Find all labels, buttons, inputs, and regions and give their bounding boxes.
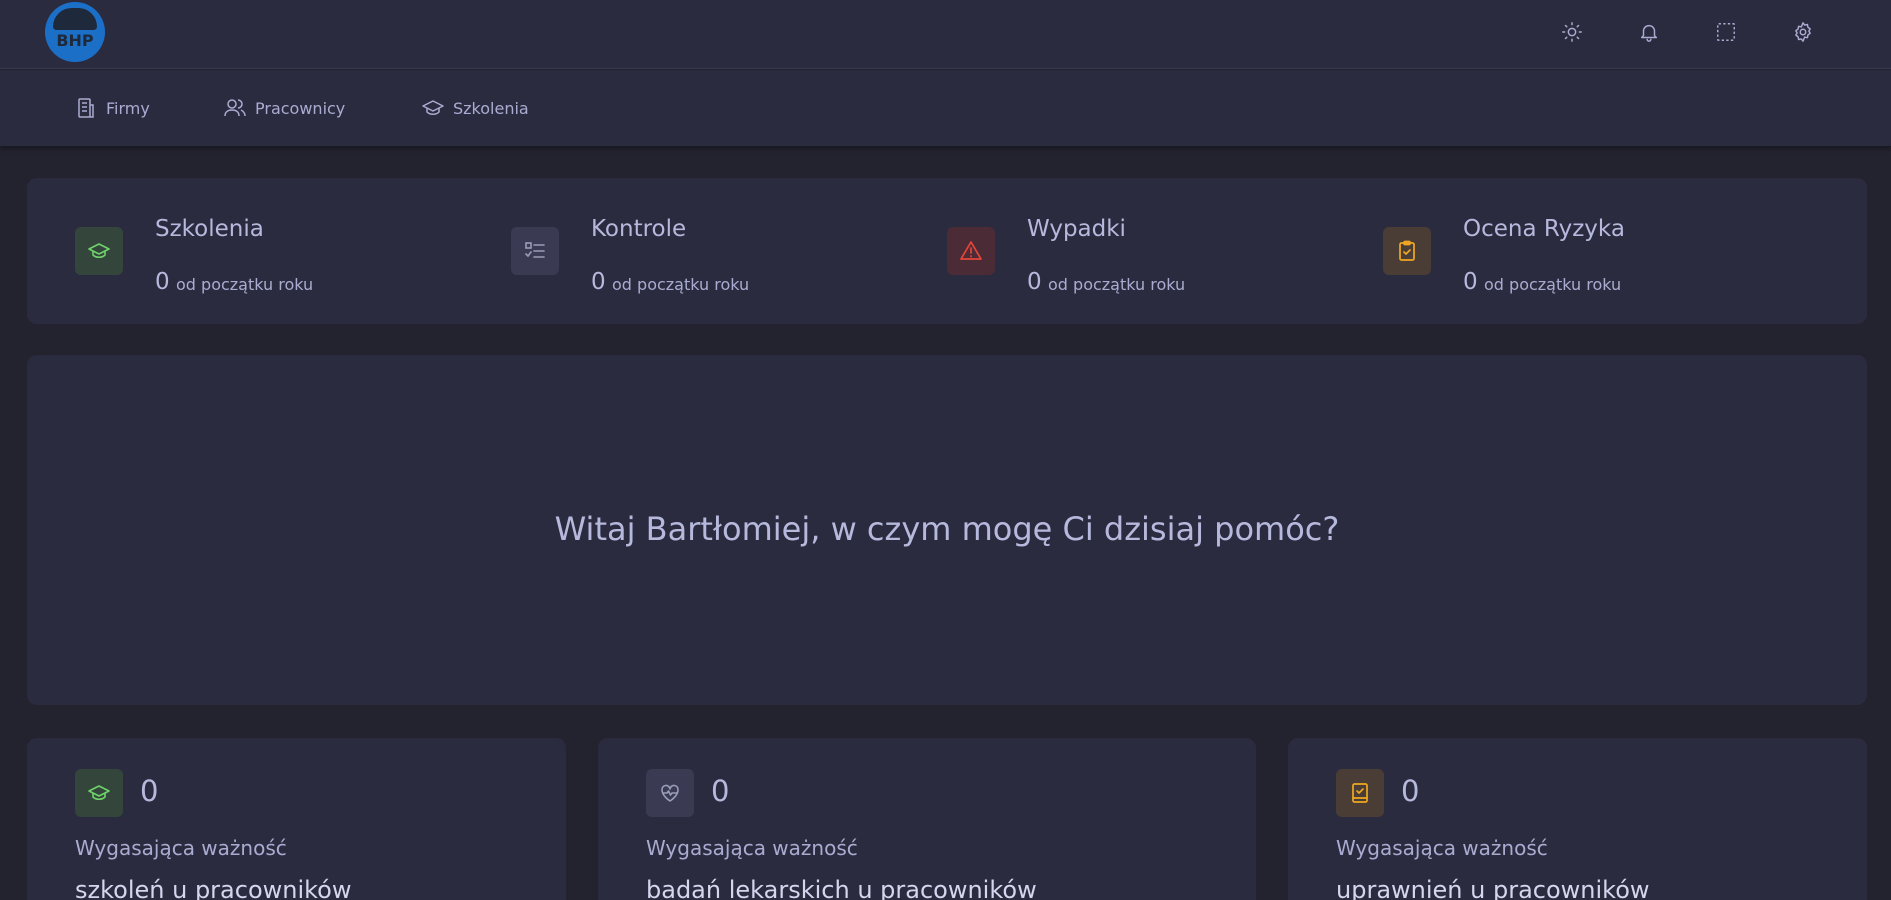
stat-ocena-ryzyka[interactable]: Ocena Ryzyka 0 od początku roku [1335,178,1867,324]
stat-icon-box [75,227,123,275]
card-icon-box [1336,769,1384,817]
expiry-card-szkolenia[interactable]: 0 Wygasająca ważność szkoleń u pracownik… [27,738,566,900]
stat-icon-box [947,227,995,275]
graduation-cap-icon [422,100,444,115]
card-label: Wygasająca ważność [75,836,287,860]
warning-icon [960,241,982,260]
bell-icon [1640,24,1658,42]
stat-value: 0 [155,269,170,295]
nav-item-label: Szkolenia [453,98,529,118]
notifications-button[interactable] [1631,14,1667,50]
stats-summary-card: Szkolenia 0 od początku roku Kontrole 0 … [27,178,1867,324]
graduation-cap-icon [88,785,110,801]
stat-title: Ocena Ryzyka [1463,216,1625,242]
stat-value: 0 [591,269,606,295]
stat-szkolenia[interactable]: Szkolenia 0 od początku roku [27,178,463,324]
stat-kontrole[interactable]: Kontrole 0 od początku roku [463,178,899,324]
stat-subtitle: od początku roku [176,275,314,294]
fullscreen-button[interactable] [1708,14,1744,50]
book-check-icon [1352,783,1368,803]
card-description: badań lekarskich u pracowników [646,876,1037,900]
card-icon-box [75,769,123,817]
card-label: Wygasająca ważność [1336,836,1548,860]
stat-title: Kontrole [591,216,687,242]
card-value: 0 [140,774,159,808]
welcome-card: Witaj Bartłomiej, w czym mogę Ci dzisiaj… [27,355,1867,705]
stat-title: Szkolenia [155,216,264,242]
card-value: 0 [1401,774,1420,808]
users-icon [224,99,246,117]
nav-item-firmy[interactable]: Firmy [74,96,150,120]
nav-item-label: Pracownicy [255,98,346,118]
logo-text: BHP [56,31,94,50]
stat-title: Wypadki [1027,216,1126,242]
clipboard-check-icon [1399,240,1415,261]
card-label: Wygasająca ważność [646,836,858,860]
card-description: szkoleń u pracowników [75,876,352,900]
helmet-logo-icon [53,8,97,30]
welcome-message: Witaj Bartłomiej, w czym mogę Ci dzisiaj… [554,510,1340,548]
nav-item-szkolenia[interactable]: Szkolenia [421,96,529,120]
stat-wypadki[interactable]: Wypadki 0 od początku roku [899,178,1335,324]
stat-value: 0 [1027,269,1042,295]
card-icon-box [646,769,694,817]
building-icon [78,98,94,118]
settings-button[interactable] [1785,14,1821,50]
main-nav: Firmy Pracownicy Szkolenia [0,70,1891,147]
stat-value: 0 [1463,269,1478,295]
card-value: 0 [711,774,730,808]
nav-item-label: Firmy [106,98,150,118]
stat-subtitle: od początku roku [1048,275,1186,294]
top-bar: BHP [0,0,1891,69]
top-actions [1554,14,1821,50]
theme-toggle-button[interactable] [1554,14,1590,50]
checklist-icon [525,242,545,258]
sun-icon [1562,22,1582,42]
expiry-card-badania[interactable]: 0 Wygasająca ważność badań lekarskich u … [598,738,1256,900]
nav-item-pracownicy[interactable]: Pracownicy [223,96,345,120]
expiry-card-uprawnienia[interactable]: 0 Wygasająca ważność uprawnień u pracown… [1288,738,1867,900]
stat-subtitle: od początku roku [1484,275,1622,294]
stat-icon-box [1383,227,1431,275]
fullscreen-icon [1717,23,1735,41]
graduation-cap-icon [88,243,110,259]
stat-icon-box [511,227,559,275]
gear-icon [1795,22,1811,42]
heart-pulse-icon [661,784,679,802]
card-description: uprawnień u pracowników [1336,876,1650,900]
app-logo[interactable]: BHP [45,2,105,62]
stat-subtitle: od początku roku [612,275,750,294]
